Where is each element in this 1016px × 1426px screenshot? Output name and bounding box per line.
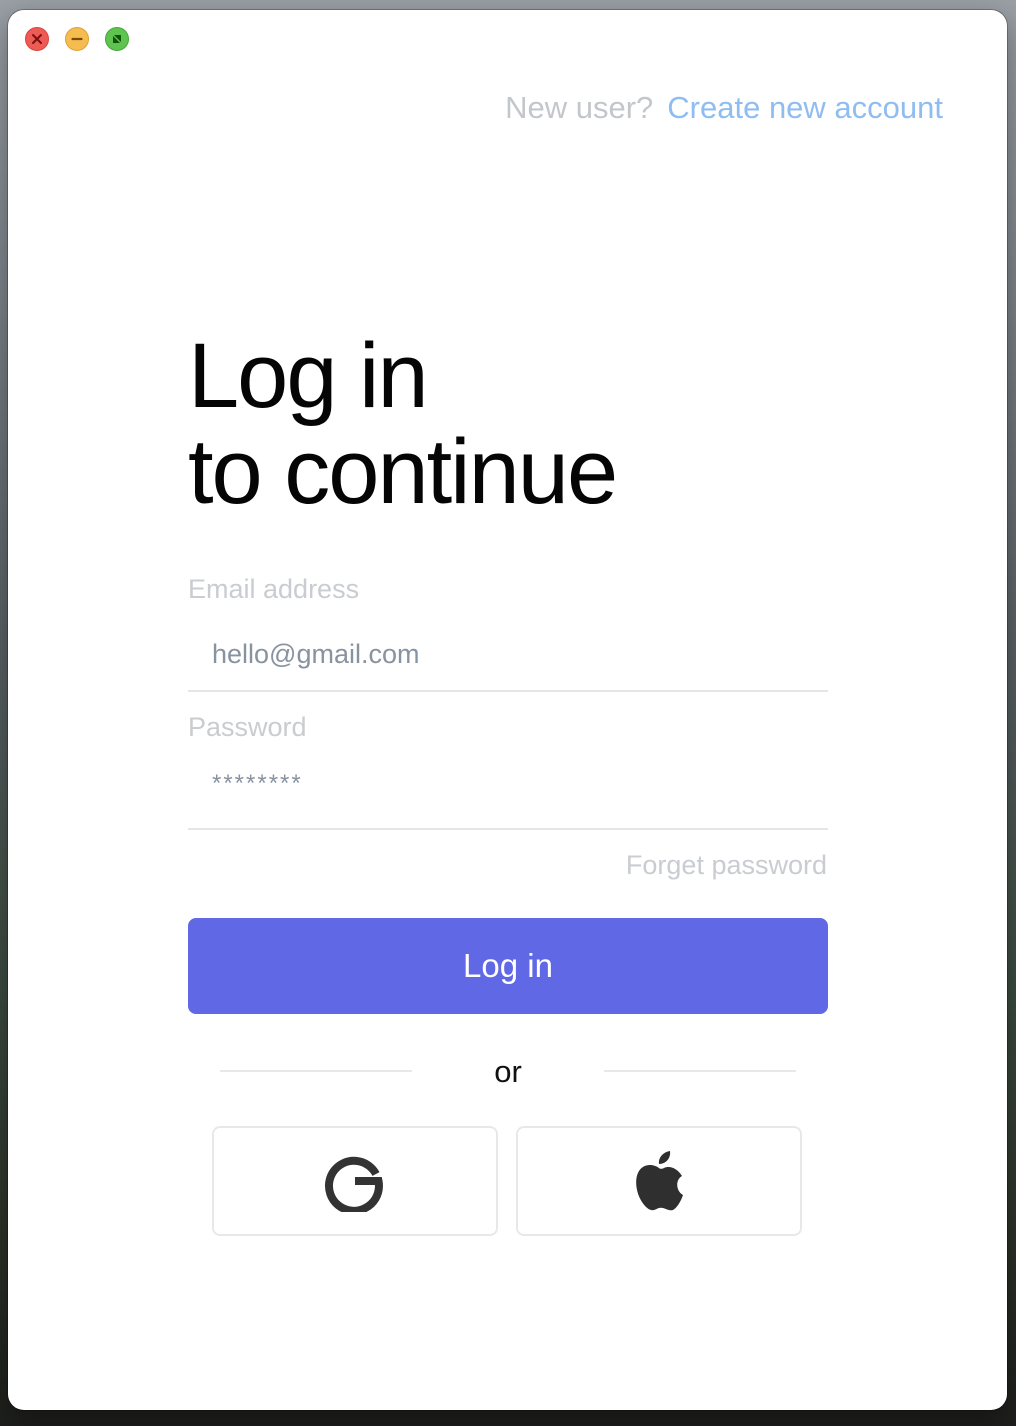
minimize-icon[interactable]	[65, 27, 89, 51]
login-button[interactable]: Log in	[188, 918, 828, 1014]
password-label: Password	[188, 712, 307, 742]
create-account-link[interactable]: Create new account	[667, 90, 943, 125]
password-field[interactable]: ********	[188, 750, 828, 830]
close-icon[interactable]	[25, 27, 49, 51]
google-icon	[324, 1156, 383, 1212]
login-window: New user? Create new account Log in to co…	[8, 10, 1007, 1410]
new-user-text: New user?	[505, 90, 654, 125]
divider-left	[220, 1070, 412, 1072]
page-title: Log in to continue	[188, 325, 618, 523]
window-controls	[25, 27, 129, 51]
zoom-icon[interactable]	[105, 27, 129, 51]
forget-password-link[interactable]: Forget password	[626, 850, 827, 881]
password-value: ********	[212, 770, 303, 797]
email-label: Email address	[188, 574, 360, 604]
signup-prompt: New user? Create new account	[505, 90, 943, 126]
google-login-button[interactable]	[212, 1126, 498, 1236]
divider-right	[604, 1070, 796, 1072]
or-divider-text: or	[494, 1054, 522, 1089]
email-field[interactable]: hello@gmail.com	[188, 612, 828, 692]
title-line-2: to continue	[188, 421, 618, 523]
apple-login-button[interactable]	[516, 1126, 802, 1236]
email-value: hello@gmail.com	[212, 639, 420, 669]
apple-icon	[636, 1151, 683, 1211]
title-line-1: Log in	[188, 325, 429, 427]
